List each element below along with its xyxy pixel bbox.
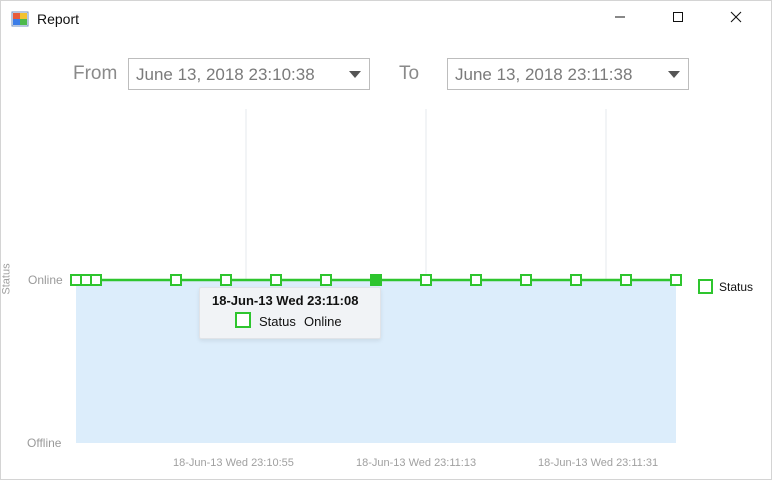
data-point	[320, 274, 332, 286]
tooltip-series-name: Status	[259, 314, 296, 329]
data-point	[70, 274, 82, 286]
data-point	[570, 274, 582, 286]
tooltip-swatch	[235, 312, 251, 328]
chart-legend[interactable]: Status	[698, 279, 753, 294]
window-title: Report	[37, 11, 80, 27]
y-tick-online: Online	[28, 273, 63, 287]
data-point	[220, 274, 232, 286]
close-button[interactable]	[713, 1, 759, 37]
legend-label: Status	[719, 279, 754, 294]
report-window: Report From June 13, 2018 23:10:38 To Ju…	[0, 0, 772, 480]
legend-swatch	[698, 279, 713, 294]
chart-plot	[70, 109, 682, 443]
maximize-icon	[672, 10, 684, 28]
minimize-button[interactable]	[597, 1, 643, 37]
data-point	[270, 274, 282, 286]
tooltip-title: 18-Jun-13 Wed 23:11:08	[212, 293, 359, 308]
y-tick-offline: Offline	[27, 436, 62, 450]
y-axis-title: Status	[0, 263, 13, 295]
to-date-picker[interactable]: June 13, 2018 23:11:38	[447, 58, 689, 90]
x-tick-label: 18-Jun-13 Wed 23:10:55	[173, 457, 294, 469]
data-point	[370, 274, 382, 286]
chart-tooltip: 18-Jun-13 Wed 23:11:08 Status Online	[199, 287, 381, 339]
to-label: To	[399, 63, 420, 84]
maximize-button[interactable]	[655, 1, 701, 37]
data-point	[470, 274, 482, 286]
data-point	[420, 274, 432, 286]
from-date-value: June 13, 2018 23:10:38	[136, 65, 315, 84]
minimize-icon	[614, 10, 626, 28]
close-icon	[730, 10, 742, 28]
data-point	[520, 274, 532, 286]
x-tick-label: 18-Jun-13 Wed 23:11:13	[356, 457, 477, 469]
chevron-down-icon[interactable]	[349, 71, 361, 78]
from-date-picker[interactable]: June 13, 2018 23:10:38	[128, 58, 370, 90]
title-bar[interactable]: Report	[1, 1, 771, 37]
x-tick-label: 18-Jun-13 Wed 23:11:31	[538, 457, 659, 469]
data-point	[90, 274, 102, 286]
from-label: From	[73, 63, 118, 84]
tooltip-value: Online	[304, 314, 342, 329]
report-app-icon	[11, 10, 29, 28]
data-point	[670, 274, 682, 286]
chevron-down-icon[interactable]	[668, 71, 680, 78]
data-point	[620, 274, 632, 286]
to-date-value: June 13, 2018 23:11:38	[455, 65, 633, 84]
data-point	[80, 274, 92, 286]
data-point	[170, 274, 182, 286]
status-chart: Status Online Offline 18-Jun-13 Wed 23:1…	[1, 101, 772, 479]
